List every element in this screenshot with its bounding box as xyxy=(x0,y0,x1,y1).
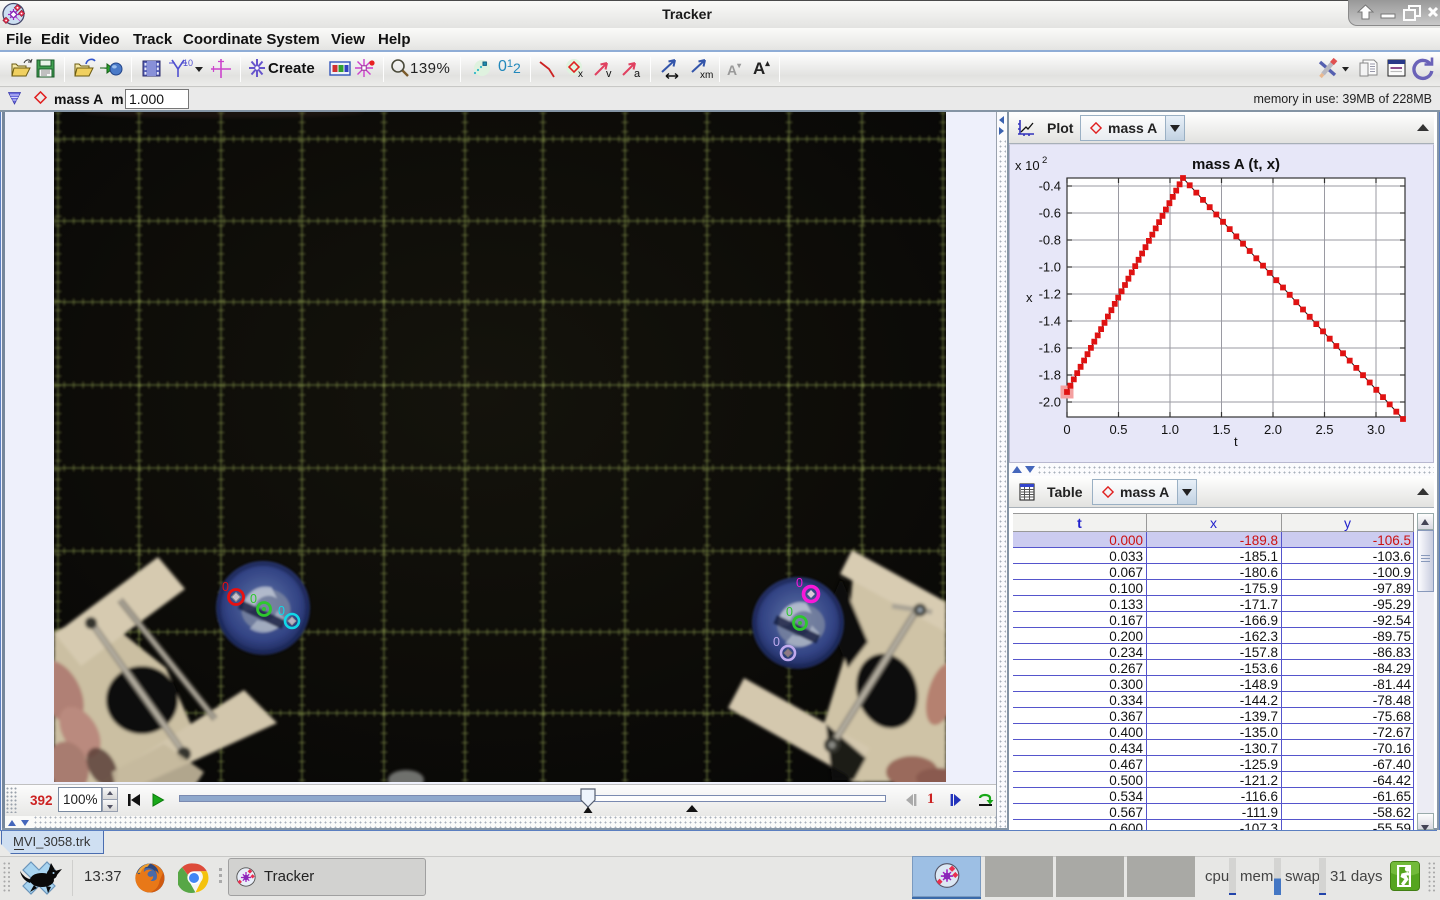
svg-text:0: 0 xyxy=(786,605,793,619)
svg-text:2.0: 2.0 xyxy=(1264,422,1282,437)
svg-text:mass A (t, x): mass A (t, x) xyxy=(1192,156,1280,173)
svg-text:0: 0 xyxy=(1063,422,1070,437)
svg-text:t: t xyxy=(1234,434,1238,449)
svg-text:0: 0 xyxy=(278,604,285,618)
svg-text:3.0: 3.0 xyxy=(1367,422,1385,437)
svg-text:-1.8: -1.8 xyxy=(1039,368,1061,383)
svg-text:v: v xyxy=(606,68,612,80)
svg-text:2.5: 2.5 xyxy=(1315,422,1333,437)
svg-text:0: 0 xyxy=(250,592,257,606)
svg-text:10: 10 xyxy=(183,58,193,68)
svg-text:-1.0: -1.0 xyxy=(1039,260,1061,275)
svg-text:0: 0 xyxy=(796,576,803,590)
svg-text:x 10: x 10 xyxy=(1015,158,1040,173)
svg-text:-1.6: -1.6 xyxy=(1039,341,1061,356)
svg-text:-0.6: -0.6 xyxy=(1039,206,1061,221)
svg-text:-0.4: -0.4 xyxy=(1039,179,1061,194)
svg-text:0: 0 xyxy=(773,635,780,649)
svg-text:0.5: 0.5 xyxy=(1109,422,1127,437)
svg-text:-1.4: -1.4 xyxy=(1039,314,1061,329)
svg-text:2: 2 xyxy=(1042,155,1047,166)
svg-text:-2.0: -2.0 xyxy=(1039,395,1061,410)
svg-text:x: x xyxy=(1026,290,1033,305)
svg-text:a: a xyxy=(634,68,641,80)
svg-text:-0.8: -0.8 xyxy=(1039,233,1061,248)
svg-text:x: x xyxy=(578,69,583,80)
svg-text:1.0: 1.0 xyxy=(1161,422,1179,437)
svg-text:-1.2: -1.2 xyxy=(1039,287,1061,302)
svg-text:xm: xm xyxy=(700,70,713,81)
svg-text:1.5: 1.5 xyxy=(1212,422,1230,437)
svg-text:0: 0 xyxy=(222,580,229,594)
